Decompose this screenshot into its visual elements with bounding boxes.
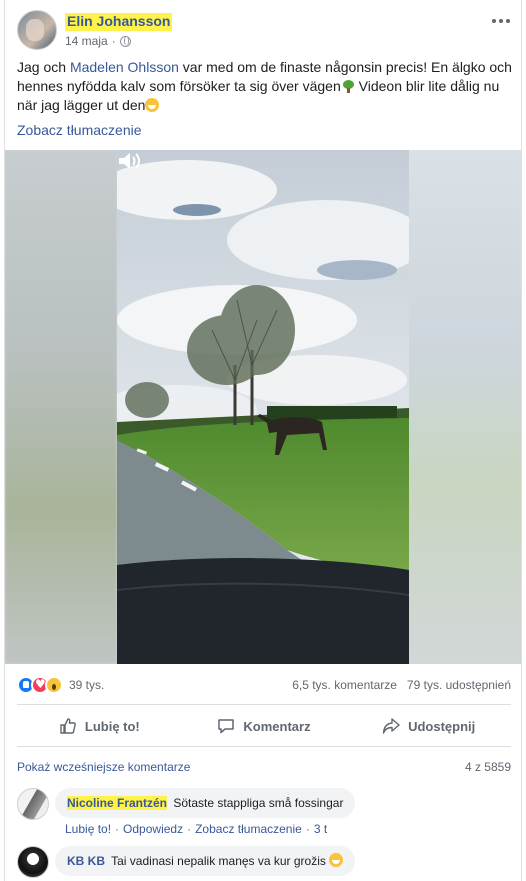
comment-text: Sötaste stappliga små fossingar xyxy=(173,796,344,810)
share-button[interactable]: Udostępnij xyxy=(346,708,511,744)
separator: · xyxy=(305,822,310,836)
divider xyxy=(17,746,511,747)
comment-bubble: KB KB Tai vadinasi nepalik manęs va kur … xyxy=(55,846,356,876)
comment-item: KB KB Tai vadinasi nepalik manęs va kur … xyxy=(17,846,511,878)
comments-shown-count: 4 z 5859 xyxy=(464,760,511,774)
commenter-name[interactable]: Nicoline Frantzén xyxy=(67,796,168,810)
separator: · xyxy=(187,822,192,836)
separator: · xyxy=(115,822,120,836)
comment-translate-link[interactable]: Zobacz tłumaczenie xyxy=(195,822,302,836)
smile-emoji-icon xyxy=(145,98,160,112)
comment-actions: Lubię to! · Odpowiedz · Zobacz tłumaczen… xyxy=(55,822,511,836)
view-previous-comments-link[interactable]: Pokaż wcześniejsze komentarze xyxy=(17,760,190,774)
share-label: Udostępnij xyxy=(408,718,476,734)
comment-bubble-icon xyxy=(218,719,235,734)
author-avatar[interactable] xyxy=(17,10,57,50)
video-blur-right xyxy=(409,150,521,664)
post-header: Elin Johansson 14 maja · xyxy=(17,10,511,54)
comment-bubble: Nicoline Frantzén Sötaste stappliga små … xyxy=(55,788,356,818)
more-options-icon[interactable] xyxy=(491,14,511,28)
video-player[interactable] xyxy=(5,150,521,664)
comment-label: Komentarz xyxy=(243,718,311,734)
divider xyxy=(17,704,511,705)
comments-header: Pokaż wcześniejsze komentarze 4 z 5859 xyxy=(17,760,511,780)
globe-icon xyxy=(119,35,131,47)
post-actions: Lubię to! Komentarz Udostępnij xyxy=(17,708,511,744)
post-text-start: Jag och xyxy=(17,59,70,75)
thumbs-up-icon xyxy=(60,718,76,734)
comment-time[interactable]: 3 t xyxy=(314,822,327,836)
like-label: Lubię to! xyxy=(84,718,140,734)
stats-right: 6,5 tys. komentarze 79 tys. udostępnień xyxy=(292,678,511,692)
speaker-icon[interactable] xyxy=(117,150,141,172)
post-text: Jag och Madelen Ohlsson var med om de fi… xyxy=(17,58,513,115)
reactions-summary[interactable]: 39 tys. xyxy=(17,676,104,694)
grin-emoji-icon xyxy=(329,853,344,867)
author-name[interactable]: Elin Johansson xyxy=(65,13,173,31)
post-card: Elin Johansson 14 maja · Jag och Madelen… xyxy=(4,0,522,881)
meta-separator: · xyxy=(111,34,116,48)
comment-button[interactable]: Komentarz xyxy=(182,708,347,744)
video-blur-left xyxy=(5,150,117,664)
mention-link[interactable]: Madelen Ohlsson xyxy=(70,59,179,75)
comment-text: Tai vadinasi nepalik manęs va kur grožis xyxy=(111,854,326,868)
post-stats: 39 tys. 6,5 tys. komentarze 79 tys. udos… xyxy=(17,676,511,696)
share-arrow-icon xyxy=(382,718,400,734)
video-frame xyxy=(117,150,409,664)
see-translation-link[interactable]: Zobacz tłumaczenie xyxy=(17,122,142,138)
post-timestamp[interactable]: 14 maja xyxy=(65,34,108,48)
comment-reply-link[interactable]: Odpowiedz xyxy=(123,822,183,836)
post-meta: 14 maja · xyxy=(65,34,131,48)
wow-reaction-icon xyxy=(45,676,63,694)
comment-like-link[interactable]: Lubię to! xyxy=(65,822,111,836)
commenter-name[interactable]: KB KB xyxy=(67,854,105,868)
commenter-avatar[interactable] xyxy=(17,788,49,820)
reaction-count[interactable]: 39 tys. xyxy=(69,678,104,692)
like-button[interactable]: Lubię to! xyxy=(17,708,182,744)
commenter-avatar[interactable] xyxy=(17,846,49,878)
shares-count[interactable]: 79 tys. udostępnień xyxy=(407,678,511,692)
comment-item: Nicoline Frantzén Sötaste stappliga små … xyxy=(17,788,511,836)
tree-emoji-icon xyxy=(341,79,355,93)
comments-section: Pokaż wcześniejsze komentarze 4 z 5859 N… xyxy=(17,760,511,878)
comments-count[interactable]: 6,5 tys. komentarze xyxy=(292,678,397,692)
